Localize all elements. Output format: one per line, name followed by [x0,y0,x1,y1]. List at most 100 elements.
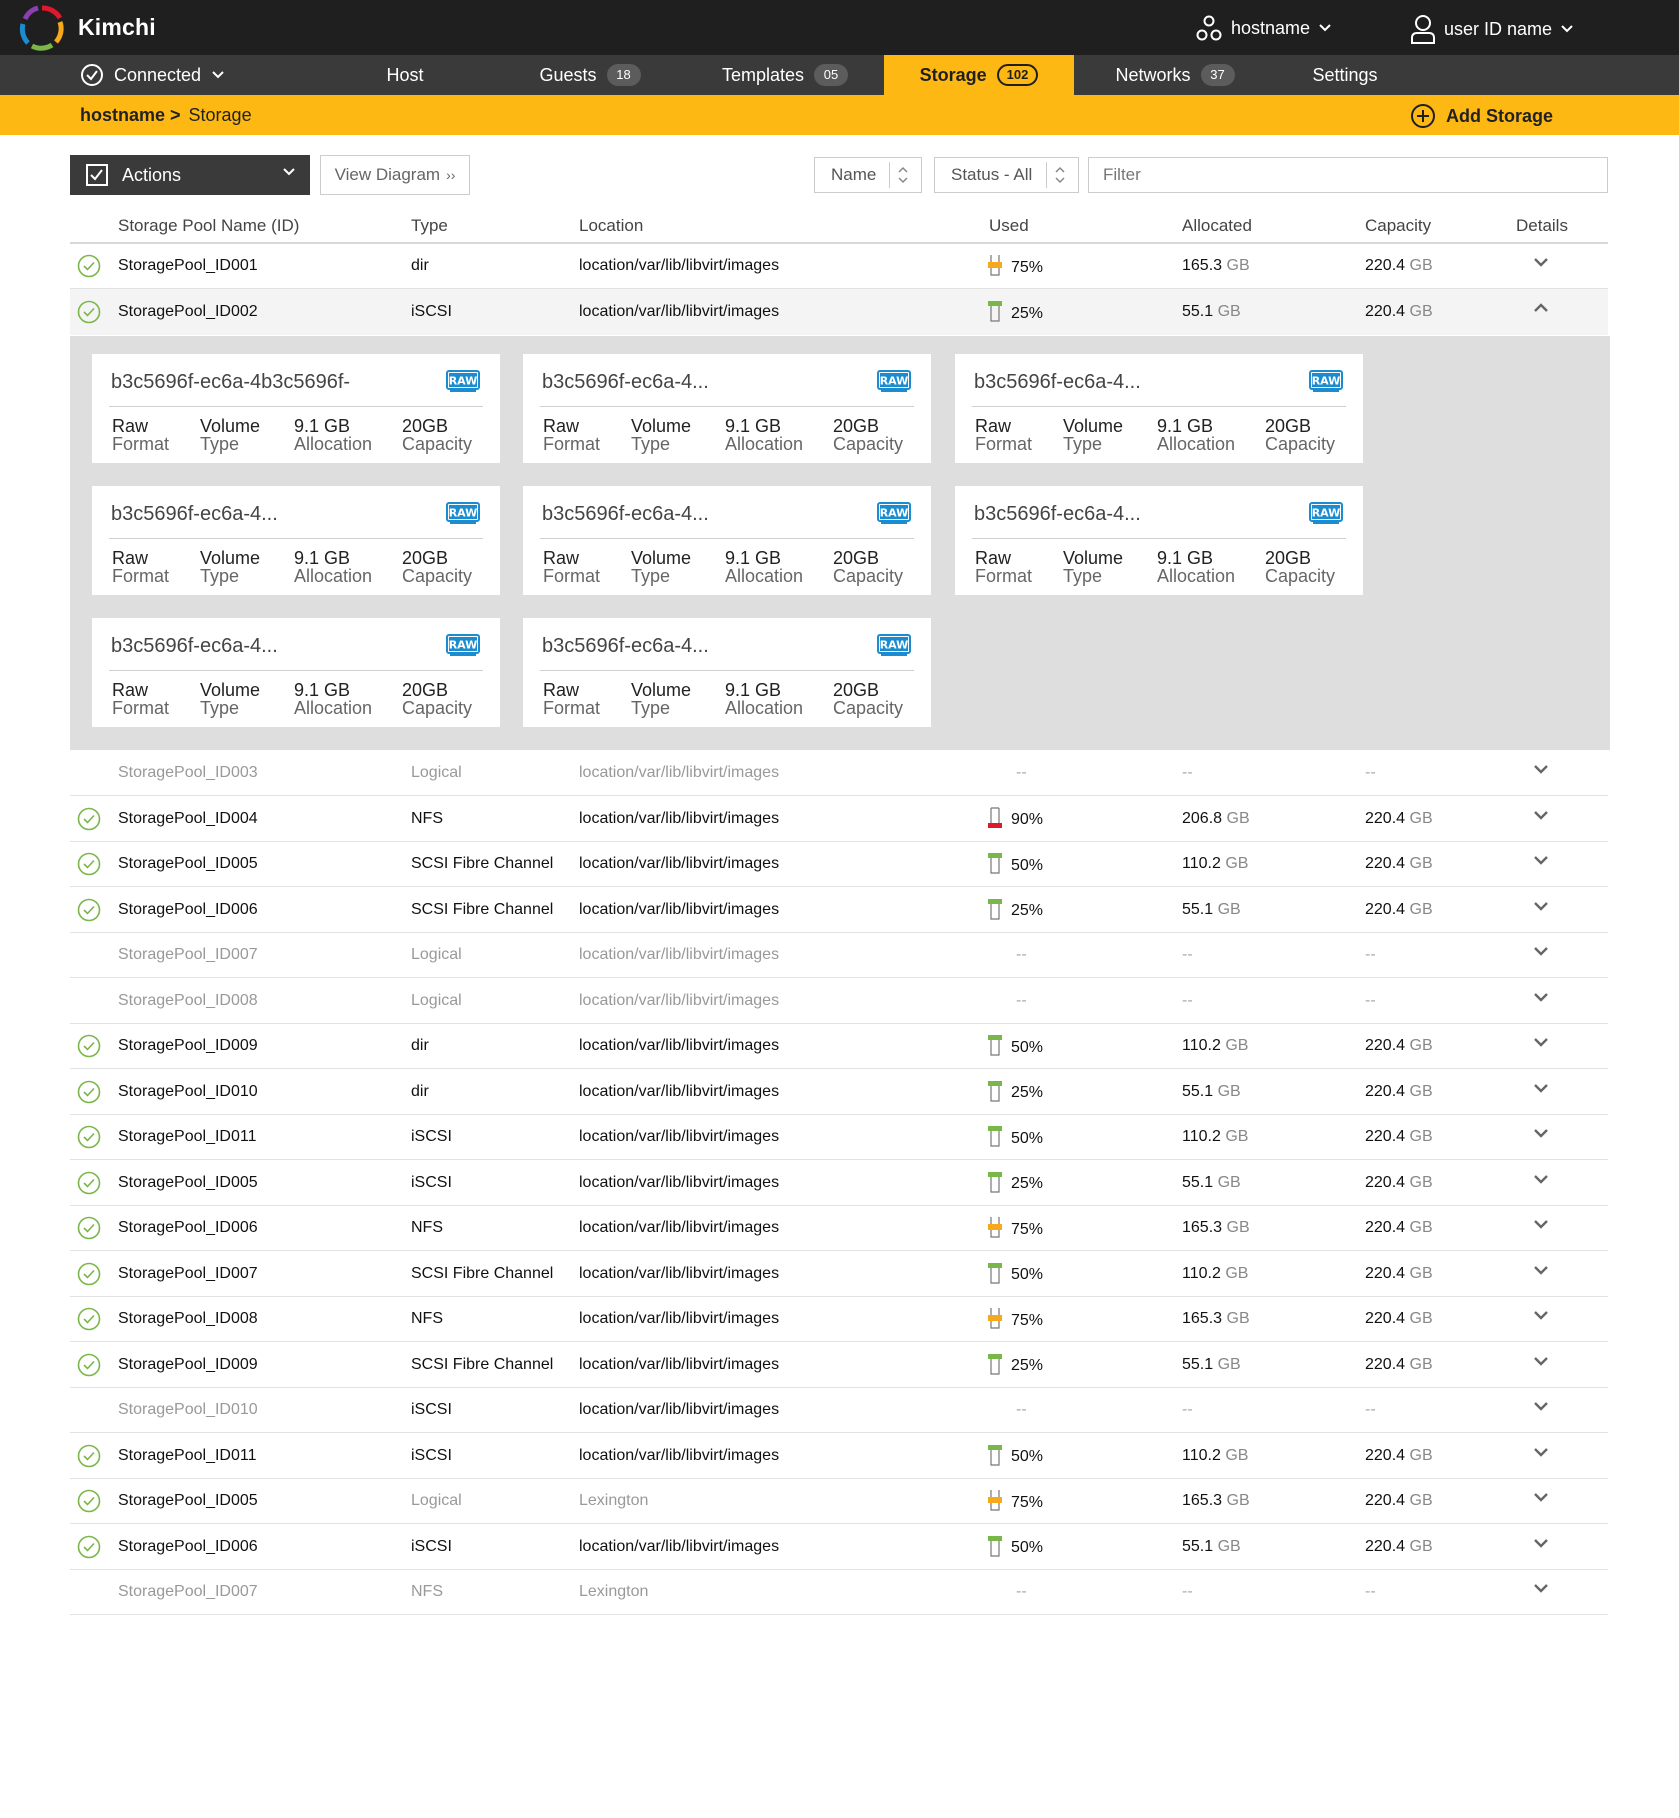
table-row[interactable]: StoragePool_ID006 SCSI Fibre Channel locat… [70,887,1608,933]
col-header-used[interactable]: Used [989,216,1029,236]
col-header-type[interactable]: Type [411,216,448,236]
chevron-down-icon [212,71,224,79]
col-header-capacity[interactable]: Capacity [1365,216,1431,236]
chevron-down-icon[interactable] [1532,1217,1550,1235]
pool-capacity: -- [1365,1401,1376,1418]
table-row[interactable]: StoragePool_ID007 NFS Lexington -- -- -- [70,1569,1608,1615]
chevron-down-icon[interactable] [1532,1263,1550,1281]
volume-card[interactable]: b3c5696f-ec6a-4... RAW Raw Format Volume Type… [92,618,500,727]
table-row[interactable]: StoragePool_ID007 Logical location/var/lib… [70,932,1608,978]
host-menu[interactable]: hostname [1195,14,1332,42]
table-row[interactable]: StoragePool_ID009 SCSI Fibre Channel locat… [70,1342,1608,1388]
chevron-down-icon[interactable] [1532,1081,1550,1099]
chevron-down-icon[interactable] [1532,1490,1550,1508]
tab-count-badge: 102 [996,64,1039,86]
tab-templates[interactable]: Templates 05 [705,55,865,95]
table-row[interactable]: StoragePool_ID008 NFS location/var/lib/lib… [70,1296,1608,1342]
svg-text:RAW: RAW [880,375,909,388]
table-row[interactable]: StoragePool_ID010 dir location/var/lib/lib… [70,1069,1608,1115]
sort-arrows-icon [1046,162,1072,188]
table-row[interactable]: StoragePool_ID010 iSCSI location/var/lib/l… [70,1387,1608,1433]
sort-select[interactable]: Name [814,157,922,193]
table-row[interactable]: StoragePool_ID004 NFS location/var/lib/lib… [70,796,1608,842]
usage-gauge-icon [987,1034,1003,1061]
table-row[interactable]: StoragePool_ID011 iSCSI location/var/lib/l… [70,1114,1608,1160]
capacity-value: 220.4 [1365,1173,1406,1191]
volume-card[interactable]: b3c5696f-ec6a-4... RAW Raw Format Volume Type… [523,354,931,463]
chevron-down-icon[interactable] [1532,1581,1550,1599]
table-row[interactable]: StoragePool_ID005 SCSI Fibre Channel locat… [70,841,1608,887]
col-header-location[interactable]: Location [579,216,643,236]
volume-card[interactable]: b3c5696f-ec6a-4b3c5696f- RAW Raw Format Volu… [92,354,500,463]
pool-allocated: -- [1182,1583,1193,1600]
chevron-down-icon[interactable] [1532,808,1550,826]
chevron-down-icon[interactable] [1532,762,1550,780]
actions-button[interactable]: Actions [70,155,310,195]
pool-location: location/var/lib/libvirt/images [579,1355,780,1373]
pool-allocated: 110.2 GB [1182,1447,1248,1465]
pool-location: location/var/lib/libvirt/images [579,764,780,781]
breadcrumb-host-link[interactable]: hostname > [80,105,181,126]
check-circle-icon [77,1034,101,1063]
volume-card[interactable]: b3c5696f-ec6a-4... RAW Raw Format Volume Type… [955,354,1363,463]
chevron-down-icon[interactable] [1532,990,1550,1008]
table-row[interactable]: StoragePool_ID008 Logical location/var/lib… [70,978,1608,1024]
view-diagram-button[interactable]: View Diagram ›› [320,155,470,195]
volume-card[interactable]: b3c5696f-ec6a-4... RAW Raw Format Volume Type… [523,618,931,727]
volume-card[interactable]: b3c5696f-ec6a-4... RAW Raw Format Volume Type… [92,486,500,595]
pool-type: SCSI Fibre Channel [411,1355,554,1373]
chevron-down-icon[interactable] [1532,944,1550,962]
volume-allocation: 9.1 GB Allocation [294,680,373,718]
volume-capacity: 20GB Capacity [1265,548,1336,586]
chevron-down-icon[interactable] [1532,1308,1550,1326]
table-row[interactable]: StoragePool_ID002 iSCSI location/var/lib/l… [70,289,1608,335]
chevron-down-icon[interactable] [1532,899,1550,917]
table-row[interactable]: StoragePool_ID011 iSCSI location/var/lib/l… [70,1433,1608,1479]
tab-storage[interactable]: Storage 102 [884,55,1074,95]
filter-input[interactable] [1088,157,1608,193]
chevron-down-icon[interactable] [1532,1354,1550,1372]
chevron-down-icon[interactable] [1532,1536,1550,1554]
table-row[interactable]: StoragePool_ID007 SCSI Fibre Channel locat… [70,1251,1608,1297]
card-divider [540,538,914,539]
status-select[interactable]: Status - All [934,157,1079,193]
chevron-down-icon[interactable] [1532,255,1550,273]
tab-guests[interactable]: Guests 18 [510,55,670,95]
table-row[interactable]: StoragePool_ID003 Logical location/var/lib… [70,750,1608,796]
check-circle-icon [77,1080,101,1109]
table-row[interactable]: StoragePool_ID005 Logical Lexington 75% 165.… [70,1478,1608,1524]
chevron-down-icon[interactable] [1532,1399,1550,1417]
volume-card[interactable]: b3c5696f-ec6a-4... RAW Raw Format Volume Type… [955,486,1363,595]
unit-label: GB [1409,1310,1433,1327]
volume-allocation: 9.1 GB Allocation [1157,548,1236,586]
table-row[interactable]: StoragePool_ID009 dir location/var/lib/lib… [70,1023,1608,1069]
tab-networks[interactable]: Networks 37 [1095,55,1255,95]
add-storage-button[interactable]: Add Storage [1410,103,1553,129]
table-row[interactable]: StoragePool_ID006 iSCSI location/var/lib/l… [70,1524,1608,1570]
chevron-down-icon[interactable] [1532,853,1550,871]
pool-location: location/var/lib/libvirt/images [579,1310,780,1327]
pool-used: 75% [987,254,1043,281]
connection-menu[interactable]: Connected [80,55,225,95]
used-percent: 75% [1011,1493,1044,1511]
tab-settings[interactable]: Settings [1280,55,1410,95]
pool-capacity: 220.4 GB [1365,855,1433,873]
col-header-name[interactable]: Storage Pool Name (ID) [118,216,299,236]
volume-card[interactable]: b3c5696f-ec6a-4... RAW Raw Format Volume Type… [523,486,931,595]
tab-host[interactable]: Host [340,55,470,95]
user-menu[interactable]: user ID name [1410,14,1574,44]
chevron-down-icon[interactable] [1532,1445,1550,1463]
col-header-allocated[interactable]: Allocated [1182,216,1252,236]
used-percent: 50% [1011,1038,1044,1056]
table-row[interactable]: StoragePool_ID006 NFS location/var/lib/lib… [70,1205,1608,1251]
table-row[interactable]: StoragePool_ID001 dir location/var/lib/lib… [70,243,1608,289]
chevron-down-icon[interactable] [1532,1172,1550,1190]
check-circle-icon [77,1353,101,1382]
chevron-down-icon[interactable] [1532,1126,1550,1144]
pool-name: StoragePool_ID003 [118,764,258,781]
chevron-down-icon[interactable] [1532,1035,1550,1053]
pool-location: location/var/lib/libvirt/images [579,1037,780,1054]
table-row[interactable]: StoragePool_ID005 iSCSI location/var/lib/l… [70,1160,1608,1206]
chevron-up-icon[interactable] [1532,301,1550,319]
volume-type: Volume Type [1063,548,1124,586]
